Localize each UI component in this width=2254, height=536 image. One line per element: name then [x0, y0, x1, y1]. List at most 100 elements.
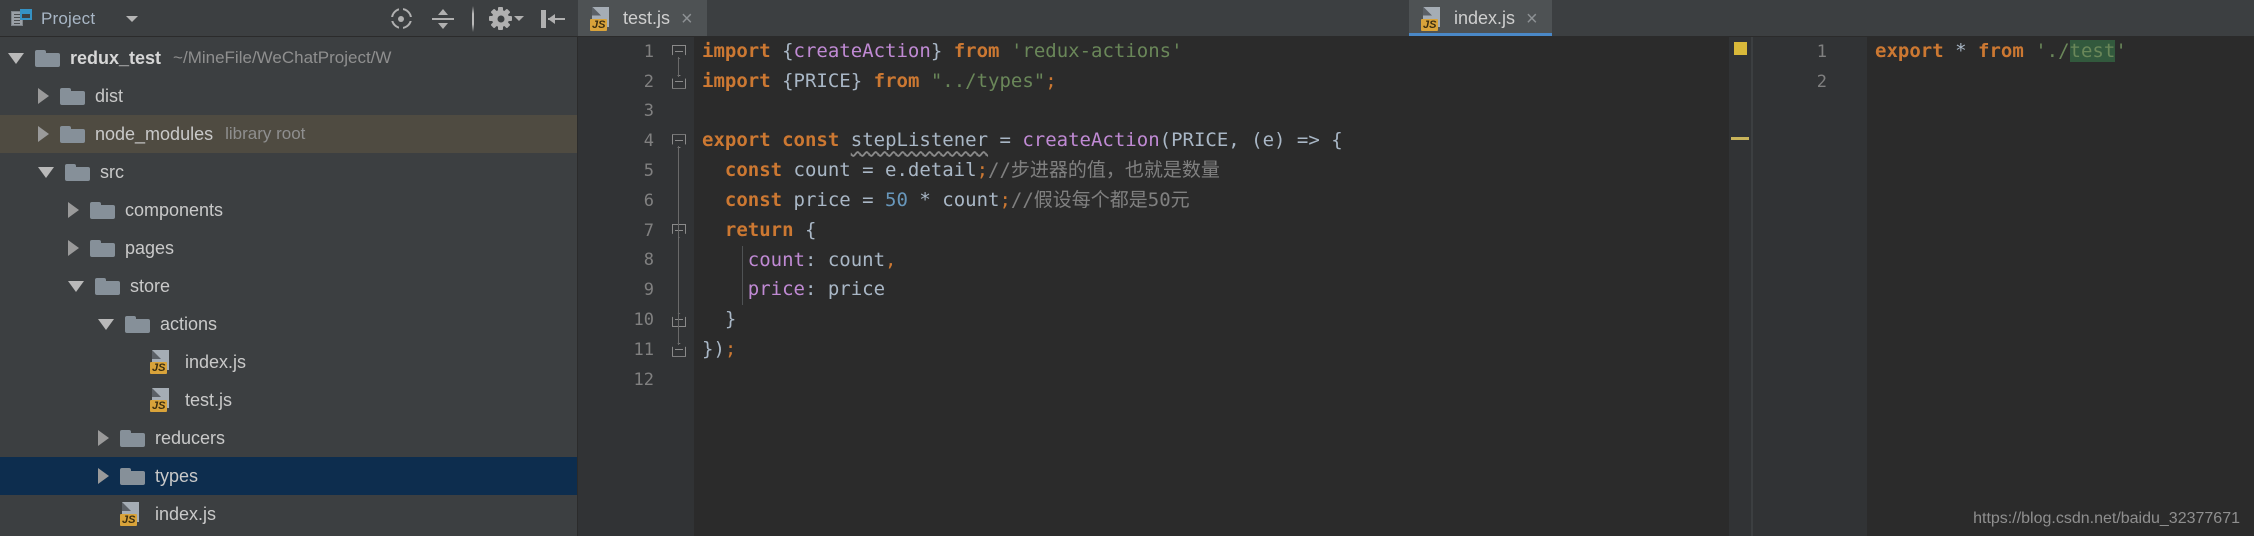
project-title-group[interactable]: Project — [10, 8, 139, 30]
expand-arrow-right-icon[interactable] — [98, 430, 109, 446]
code-token: * count — [907, 188, 1000, 211]
expand-arrow-right-icon[interactable] — [38, 88, 49, 104]
expand-arrow-right-icon[interactable] — [98, 468, 109, 484]
code-line[interactable] — [702, 365, 1751, 395]
code-line[interactable]: import {createAction} from 'redux-action… — [702, 37, 1751, 67]
line-number: 12 — [633, 369, 654, 390]
project-tool-window: Project redux_test ~/MineFile/WeChatProj… — [0, 0, 578, 536]
fold-row — [666, 246, 694, 276]
tree-node-redux_test[interactable]: redux_test ~/MineFile/WeChatProject/W — [0, 39, 578, 77]
tree-node-label: index.js — [155, 503, 217, 524]
tree-node-store[interactable]: store — [0, 267, 578, 305]
code-token: price = — [782, 188, 886, 211]
tree-node-index-js[interactable]: JS index.js — [0, 343, 578, 381]
toolbar-divider — [472, 5, 474, 32]
code-line[interactable]: export const stepListener = createAction… — [702, 126, 1751, 156]
fold-row — [666, 275, 694, 305]
code-line[interactable]: return { — [702, 216, 1751, 246]
code-folding-gutter[interactable] — [1839, 37, 1867, 536]
js-badge: JS — [590, 18, 608, 31]
tree-node-actions[interactable]: actions — [0, 305, 578, 343]
tree-node-node_modules[interactable]: node_modules library root — [0, 115, 578, 153]
tree-node-src[interactable]: src — [0, 153, 578, 191]
tree-node-test-js[interactable]: JS test.js — [0, 381, 578, 419]
code-token: ' — [2115, 40, 2127, 62]
error-stripe-marker[interactable] — [1729, 37, 1751, 536]
code-token: price — [747, 278, 805, 301]
expand-arrow-right-icon[interactable] — [68, 240, 79, 256]
tree-node-pages[interactable]: pages — [0, 229, 578, 267]
code-line[interactable]: }); — [702, 335, 1751, 365]
tree-node-index-js[interactable]: JS index.js — [0, 495, 578, 533]
scroll-from-source-icon[interactable] — [388, 6, 414, 32]
tree-node-types[interactable]: types — [0, 457, 578, 495]
js-file-icon: JS — [120, 502, 146, 526]
tab-test-js[interactable]: JS test.js × — [578, 0, 707, 37]
editor-area: JS test.js × JS index.js × 1 2 3 4 5 6 7 8 9 10 11… — [578, 0, 2254, 536]
folder-icon — [90, 238, 116, 258]
close-icon[interactable]: × — [1526, 9, 1538, 29]
code-line[interactable] — [1875, 67, 2254, 97]
line-number: 10 — [633, 310, 654, 331]
expand-arrow-down-icon[interactable] — [8, 52, 24, 64]
line-number: 1 — [1816, 41, 1827, 62]
code-token: import — [702, 69, 771, 92]
code-line[interactable] — [702, 97, 1751, 127]
code-line[interactable]: const price = 50 * count;//假设每个都是50元 — [702, 186, 1751, 216]
hide-panel-icon[interactable] — [540, 6, 568, 32]
code-line[interactable]: } — [702, 305, 1751, 335]
expand-arrow-right-icon[interactable] — [68, 202, 79, 218]
project-view-icon — [10, 8, 32, 30]
tree-node-dist[interactable]: dist — [0, 77, 578, 115]
line-number-gutter: 1 2 3 4 5 6 7 8 9 10 11 12 — [578, 37, 666, 536]
expand-arrow-down-icon[interactable] — [38, 166, 54, 178]
code-content[interactable]: import {createAction} from 'redux-action… — [694, 37, 1751, 536]
gear-icon[interactable] — [489, 6, 524, 32]
collapse-all-icon[interactable] — [430, 6, 456, 32]
tree-node-label: src — [100, 161, 124, 182]
stripe-warning-marker[interactable] — [1734, 42, 1747, 55]
js-file-icon: JS — [590, 6, 614, 31]
project-tree[interactable]: redux_test ~/MineFile/WeChatProject/W dist… — [0, 37, 578, 536]
stripe-line-marker[interactable] — [1731, 137, 1749, 140]
chevron-down-icon[interactable] — [126, 15, 139, 22]
code-line[interactable]: count: count, — [702, 246, 1751, 276]
project-panel-title: Project — [41, 8, 96, 28]
editor-test-js: 1 2 3 4 5 6 7 8 9 10 11 12 import {createAction} fr… — [578, 37, 1751, 536]
code-token: {PRICE} — [782, 69, 863, 92]
code-line[interactable]: const count = e.detail;//步进器的值，也就是数量 — [702, 156, 1751, 186]
code-token: export — [1875, 40, 1944, 62]
code-token: export — [702, 129, 771, 152]
line-number: 5 — [643, 161, 654, 182]
code-folding-gutter[interactable] — [666, 37, 694, 536]
expand-arrow-down-icon[interactable] — [68, 280, 84, 292]
line-number: 8 — [643, 250, 654, 271]
fold-row — [666, 186, 694, 216]
expand-arrow-right-icon[interactable] — [38, 126, 49, 142]
code-content[interactable]: export * from './test' — [1867, 37, 2254, 536]
code-line[interactable]: export * from './test' — [1875, 37, 2254, 67]
expand-arrow-down-icon[interactable] — [98, 318, 114, 330]
tree-node-label: components — [125, 199, 224, 220]
code-token: from — [1978, 40, 2024, 62]
tree-node-components[interactable]: components — [0, 191, 578, 229]
tree-node-label: actions — [160, 313, 218, 334]
code-token: createAction — [793, 40, 931, 62]
tree-node-reducers[interactable]: reducers — [0, 419, 578, 457]
tab-index-js[interactable]: JS index.js × — [1409, 0, 1552, 37]
close-icon[interactable]: × — [681, 9, 693, 29]
code-line[interactable]: import {PRICE} from "../types"; — [702, 67, 1751, 97]
code-token: from — [953, 40, 1000, 62]
code-token: "../types" — [930, 69, 1046, 92]
js-badge: JS — [1421, 18, 1439, 31]
code-token: , — [885, 248, 897, 271]
code-line[interactable]: price: price — [702, 275, 1751, 305]
code-token: count = e.detail — [782, 159, 977, 182]
tree-node-label: dist — [95, 85, 124, 106]
